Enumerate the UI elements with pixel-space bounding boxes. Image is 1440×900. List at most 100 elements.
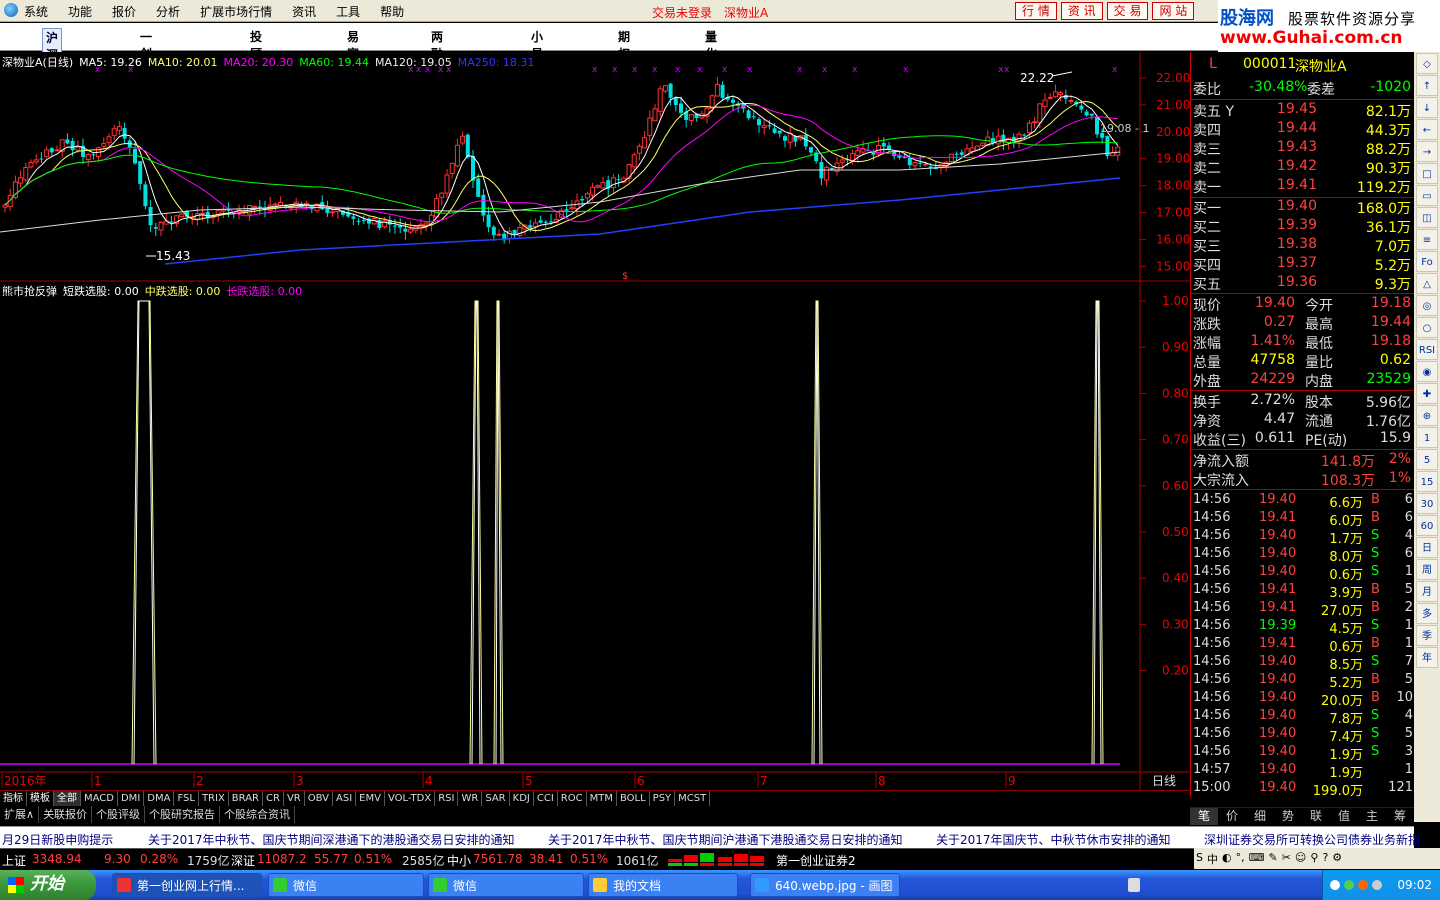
indicator-tab-15[interactable]: RSI — [435, 791, 459, 806]
indicator-tab-7[interactable]: TRIX — [199, 791, 229, 806]
side-tool-17[interactable]: 1 — [1416, 427, 1438, 448]
top-tab-3[interactable]: 网 站 — [1152, 2, 1195, 20]
side-tool-21[interactable]: 60 — [1416, 515, 1438, 536]
side-tool-8[interactable]: ≡ — [1416, 229, 1438, 250]
side-tool-15[interactable]: ✚ — [1416, 383, 1438, 404]
ime-btn-3[interactable]: °, — [1236, 851, 1245, 864]
indicator-tab-14[interactable]: VOL-TDX — [385, 791, 436, 806]
news-item-1[interactable]: 关于2017年中秋节、国庆节期间深港通下的港股通交易日安排的通知 — [148, 831, 515, 848]
side-tool-10[interactable]: △ — [1416, 273, 1438, 294]
indicator-tab-12[interactable]: ASI — [333, 791, 357, 806]
menu-item-1[interactable]: 功能 — [68, 3, 92, 20]
indicator-tab-16[interactable]: WR — [458, 791, 483, 806]
task-button-3[interactable]: 我的文档 — [588, 873, 738, 897]
ime-btn-7[interactable]: ☺ — [1295, 851, 1306, 864]
quote-tab-2[interactable]: 细 — [1246, 808, 1274, 825]
start-button[interactable]: 开始 — [0, 870, 96, 900]
quick-launch-icon[interactable] — [1128, 878, 1140, 892]
side-tool-23[interactable]: 周 — [1416, 559, 1438, 580]
indicator-tab-23[interactable]: PSY — [650, 791, 676, 806]
news-item-3[interactable]: 关于2017年国庆节、中秋节休市安排的通知 — [936, 831, 1171, 848]
indicator-tab-13[interactable]: EMV — [356, 791, 385, 806]
indicator-tab-21[interactable]: MTM — [587, 791, 617, 806]
indicator-tab-4[interactable]: DMI — [118, 791, 145, 806]
side-tool-14[interactable]: ◉ — [1416, 361, 1438, 382]
side-tool-26[interactable]: 季 — [1416, 625, 1438, 646]
quote-tab-1[interactable]: 价 — [1218, 808, 1246, 825]
quote-tab-4[interactable]: 联 — [1302, 808, 1330, 825]
ime-btn-2[interactable]: ◐ — [1222, 851, 1232, 864]
side-tool-2[interactable]: ↓ — [1416, 97, 1438, 118]
menu-item-6[interactable]: 工具 — [336, 3, 360, 20]
quote-tab-0[interactable]: 笔 — [1190, 808, 1218, 825]
task-button-0[interactable]: 第一创业网上行情... — [112, 873, 262, 897]
side-tool-1[interactable]: ↑ — [1416, 75, 1438, 96]
side-tool-12[interactable]: ○ — [1416, 317, 1438, 338]
news-item-4[interactable]: 深圳证券交易所可转换公司债券业务新指 — [1204, 831, 1420, 848]
side-tool-24[interactable]: 月 — [1416, 581, 1438, 602]
top-tab-2[interactable]: 交 易 — [1106, 2, 1149, 20]
indicator-tab-20[interactable]: ROC — [558, 791, 587, 806]
indicator-tab-3[interactable]: MACD — [81, 791, 118, 806]
chart-area[interactable]: 22.00 21.00 20.00 19.00 18.00 17.00 16.00 15.00… — [0, 52, 1190, 790]
side-tool-27[interactable]: 年 — [1416, 647, 1438, 668]
side-tool-7[interactable]: ◫ — [1416, 207, 1438, 228]
side-tool-0[interactable]: ◇ — [1416, 53, 1438, 74]
indicator-tab-1[interactable]: 模板 — [27, 791, 54, 806]
side-tool-16[interactable]: ⊕ — [1416, 405, 1438, 426]
ime-btn-5[interactable]: ✎ — [1268, 851, 1277, 864]
menu-item-4[interactable]: 扩展市场行情 — [200, 3, 272, 20]
ime-btn-1[interactable]: 中 — [1207, 851, 1218, 867]
ime-btn-0[interactable]: S — [1196, 851, 1203, 864]
menu-item-5[interactable]: 资讯 — [292, 3, 316, 20]
indicator-tab-19[interactable]: CCI — [534, 791, 558, 806]
side-tool-13[interactable]: RSI — [1416, 339, 1438, 360]
side-tool-25[interactable]: 多 — [1416, 603, 1438, 624]
indicator-tab-8[interactable]: BRAR — [229, 791, 263, 806]
task-button-4[interactable]: 640.webp.jpg - 画图 — [750, 873, 900, 897]
side-tool-4[interactable]: → — [1416, 141, 1438, 162]
indicator-tab-17[interactable]: SAR — [482, 791, 510, 806]
side-tool-11[interactable]: ◎ — [1416, 295, 1438, 316]
indicator-tab-5[interactable]: DMA — [144, 791, 175, 806]
side-tool-22[interactable]: 日 — [1416, 537, 1438, 558]
indicator-tab-18[interactable]: KDJ — [510, 791, 534, 806]
indicator-tab-6[interactable]: FSL — [174, 791, 199, 806]
menu-item-7[interactable]: 帮助 — [380, 3, 404, 20]
indicator-tab-11[interactable]: OBV — [305, 791, 333, 806]
quote-tab-7[interactable]: 筹 — [1386, 808, 1414, 825]
menu-item-3[interactable]: 分析 — [156, 3, 180, 20]
menu-item-0[interactable]: 系统 — [24, 3, 48, 20]
indicator-tab-0[interactable]: 指标 — [0, 791, 27, 806]
side-tool-3[interactable]: ← — [1416, 119, 1438, 140]
quote-tab-6[interactable]: 主 — [1358, 808, 1386, 825]
ime-btn-4[interactable]: ⌨ — [1249, 851, 1265, 864]
side-tool-6[interactable]: ▭ — [1416, 185, 1438, 206]
indicator-tab-2[interactable]: 全部 — [54, 791, 81, 806]
side-tool-9[interactable]: Fo — [1416, 251, 1438, 272]
quote-tab-3[interactable]: 势 — [1274, 808, 1302, 825]
info-tab-1[interactable]: 关联报价 — [39, 806, 93, 823]
top-tab-0[interactable]: 行 情 — [1015, 2, 1057, 20]
side-tool-20[interactable]: 30 — [1416, 493, 1438, 514]
news-item-2[interactable]: 关于2017年中秋节、国庆节期间沪港通下港股通交易日安排的通知 — [548, 831, 903, 848]
top-tab-1[interactable]: 资 讯 — [1060, 2, 1103, 20]
info-tab-0[interactable]: 扩展∧ — [0, 806, 40, 823]
side-tool-19[interactable]: 15 — [1416, 471, 1438, 492]
ime-btn-9[interactable]: ? — [1322, 851, 1328, 864]
task-button-1[interactable]: 微信 — [268, 873, 424, 897]
ime-btn-6[interactable]: ✂ — [1282, 851, 1291, 864]
info-tab-2[interactable]: 个股评级 — [92, 806, 146, 823]
indicator-tab-24[interactable]: MCST — [675, 791, 711, 806]
indicator-tab-10[interactable]: VR — [284, 791, 305, 806]
indicator-tab-9[interactable]: CR — [263, 791, 284, 806]
side-tool-5[interactable]: □ — [1416, 163, 1438, 184]
menu-item-2[interactable]: 报价 — [112, 3, 136, 20]
ime-btn-8[interactable]: ⚲ — [1310, 851, 1318, 864]
info-tab-4[interactable]: 个股综合资讯 — [220, 806, 296, 823]
quote-tab-5[interactable]: 值 — [1330, 808, 1358, 825]
ime-btn-10[interactable]: ⚙ — [1332, 851, 1342, 864]
side-tool-18[interactable]: 5 — [1416, 449, 1438, 470]
info-tab-3[interactable]: 个股研究报告 — [145, 806, 221, 823]
news-item-0[interactable]: 月29日新股申购提示 — [2, 831, 113, 848]
